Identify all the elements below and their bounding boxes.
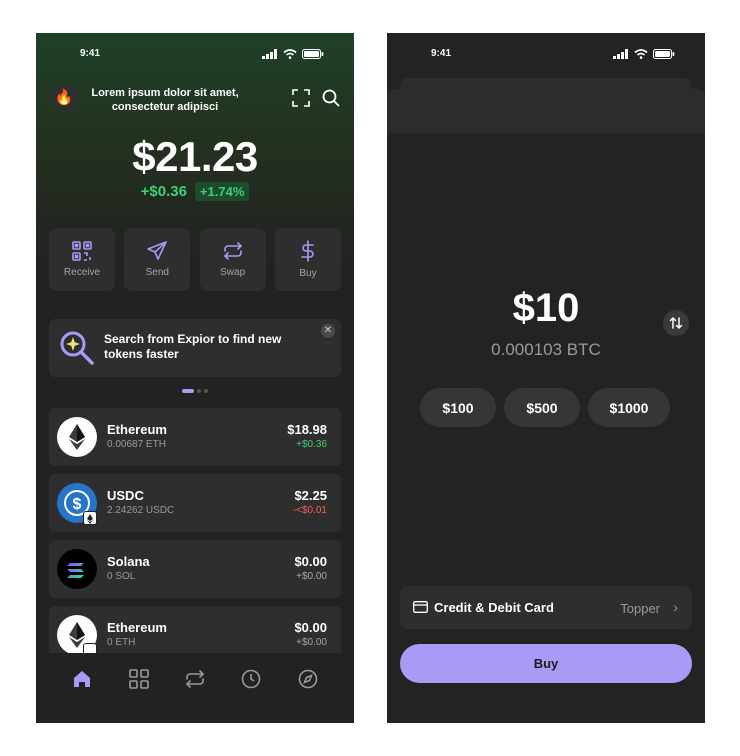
signal-icon (613, 49, 628, 59)
wifi-icon (283, 49, 297, 59)
token-change: -<$0.01 (292, 505, 327, 516)
total-balance: $21.23 (132, 133, 258, 180)
token-row-ethereum[interactable]: Ethereum 0.00687 ETH $18.98 +$0.36 (49, 408, 341, 466)
status-bar: 9:41 (387, 47, 705, 63)
preset-100-button[interactable]: $100 (420, 388, 496, 427)
status-icons (262, 49, 324, 59)
change-amount: +$0.36 (140, 183, 187, 200)
svg-text:$: $ (73, 496, 82, 513)
balance-change: +$0.36 +1.74% (36, 182, 354, 201)
close-icon[interactable]: ✕ (321, 324, 335, 338)
toggle-currency-button[interactable] (663, 310, 689, 336)
history-clock-icon (242, 669, 261, 689)
status-time: 9:41 (80, 48, 101, 59)
flame-icon: 🔥 (54, 89, 74, 106)
token-amount: 0.00687 ETH (107, 439, 166, 450)
status-icons (613, 49, 675, 59)
nav-apps[interactable] (127, 667, 151, 691)
signal-icon (262, 49, 277, 59)
wallet-header: 🔥 Lorem ipsum dolor sit amet, consectetu… (50, 83, 342, 113)
search-button[interactable] (320, 87, 342, 109)
credit-card-icon (413, 601, 428, 613)
token-value: $18.98 (287, 422, 327, 437)
promo-text: Search from Expior to find new tokens fa… (104, 332, 282, 361)
wifi-icon (634, 49, 648, 59)
send-label: Send (145, 267, 169, 278)
carousel-dots (36, 389, 354, 393)
provider-label: Topper (620, 601, 660, 616)
wallet-screen: 9:41 🔥 Lorem ipsum dolor sit amet, conse… (36, 33, 354, 723)
send-icon (147, 241, 168, 260)
carousel-dot[interactable] (204, 389, 208, 393)
account-avatar[interactable]: 🔥 (50, 83, 78, 111)
ethereum-icon (57, 417, 97, 457)
nav-explore[interactable] (296, 667, 320, 691)
token-name: Solana (107, 554, 150, 569)
chevron-right-icon: › (673, 599, 678, 615)
nav-swap[interactable] (183, 667, 207, 691)
token-change: +$0.00 (296, 637, 327, 648)
nav-history[interactable] (239, 667, 263, 691)
explore-compass-icon (298, 669, 318, 689)
swap-button[interactable]: Swap (199, 228, 266, 291)
payment-method-label: Credit & Debit Card (434, 600, 554, 615)
receive-label: Receive (63, 267, 101, 278)
grid-icon (128, 669, 149, 689)
crypto-amount: 0.000103 BTC (491, 340, 601, 359)
swap-label: Swap (220, 267, 246, 278)
token-value: $0.00 (294, 554, 327, 569)
payment-method-row[interactable]: Credit & Debit Card Topper › (400, 586, 692, 629)
qr-code-icon (72, 241, 92, 261)
quick-actions: Receive Send Swap Buy (49, 228, 341, 291)
account-title[interactable]: Lorem ipsum dolor sit amet, consectetur … (90, 86, 240, 114)
send-button[interactable]: Send (124, 228, 191, 291)
solana-icon (57, 549, 97, 589)
ethereum-network-badge-icon (83, 511, 97, 525)
token-name: Ethereum (107, 422, 167, 437)
token-change: +$0.36 (296, 439, 327, 450)
search-promo-banner[interactable]: Search from Expior to find new tokens fa… (49, 319, 341, 377)
change-percent: +1.74% (194, 182, 250, 201)
carousel-dot-active[interactable] (182, 389, 194, 393)
buy-screen: 9:41 $10 0.000103 BTC $100 $500 $1000 Cr… (387, 33, 705, 723)
swap-icon (223, 242, 242, 260)
status-bar: 9:41 (36, 47, 354, 63)
search-icon (322, 89, 340, 107)
carousel-dot[interactable] (197, 389, 201, 393)
buy-label: Buy (299, 268, 317, 279)
status-time: 9:41 (431, 48, 452, 59)
swap-arrows-icon (185, 670, 205, 688)
token-list: Ethereum 0.00687 ETH $18.98 +$0.36 $ USD… (49, 408, 341, 672)
token-amount: 0 SOL (107, 571, 136, 582)
buy-button[interactable]: Buy (274, 228, 341, 291)
scan-icon (292, 89, 310, 107)
token-row-usdc[interactable]: $ USDC 2.24262 USDC $2.25 -<$0.01 (49, 474, 341, 532)
battery-icon (653, 49, 675, 59)
buy-submit-button[interactable]: Buy (400, 644, 692, 683)
home-icon (74, 671, 91, 687)
preset-1000-button[interactable]: $1000 (588, 388, 670, 427)
token-name: Ethereum (107, 620, 167, 635)
token-name: USDC (107, 488, 144, 503)
nav-home[interactable] (70, 667, 94, 691)
amount-presets: $100 $500 $1000 (420, 388, 670, 427)
battery-icon (302, 49, 324, 59)
token-amount: 2.24262 USDC (107, 505, 175, 516)
token-value: $0.00 (294, 620, 327, 635)
bottom-nav (36, 653, 354, 723)
swap-vertical-icon (669, 316, 683, 330)
receive-button[interactable]: Receive (49, 228, 115, 291)
search-sparkle-icon (60, 331, 94, 365)
token-value: $2.25 (294, 488, 327, 503)
fiat-amount[interactable]: $10 (387, 286, 705, 331)
token-row-solana[interactable]: Solana 0 SOL $0.00 +$0.00 (49, 540, 341, 598)
token-amount: 0 ETH (107, 637, 136, 648)
dollar-icon (301, 240, 314, 262)
token-change: +$0.00 (296, 571, 327, 582)
preset-500-button[interactable]: $500 (504, 388, 580, 427)
scan-button[interactable] (290, 87, 312, 109)
sheet-header (387, 89, 705, 133)
